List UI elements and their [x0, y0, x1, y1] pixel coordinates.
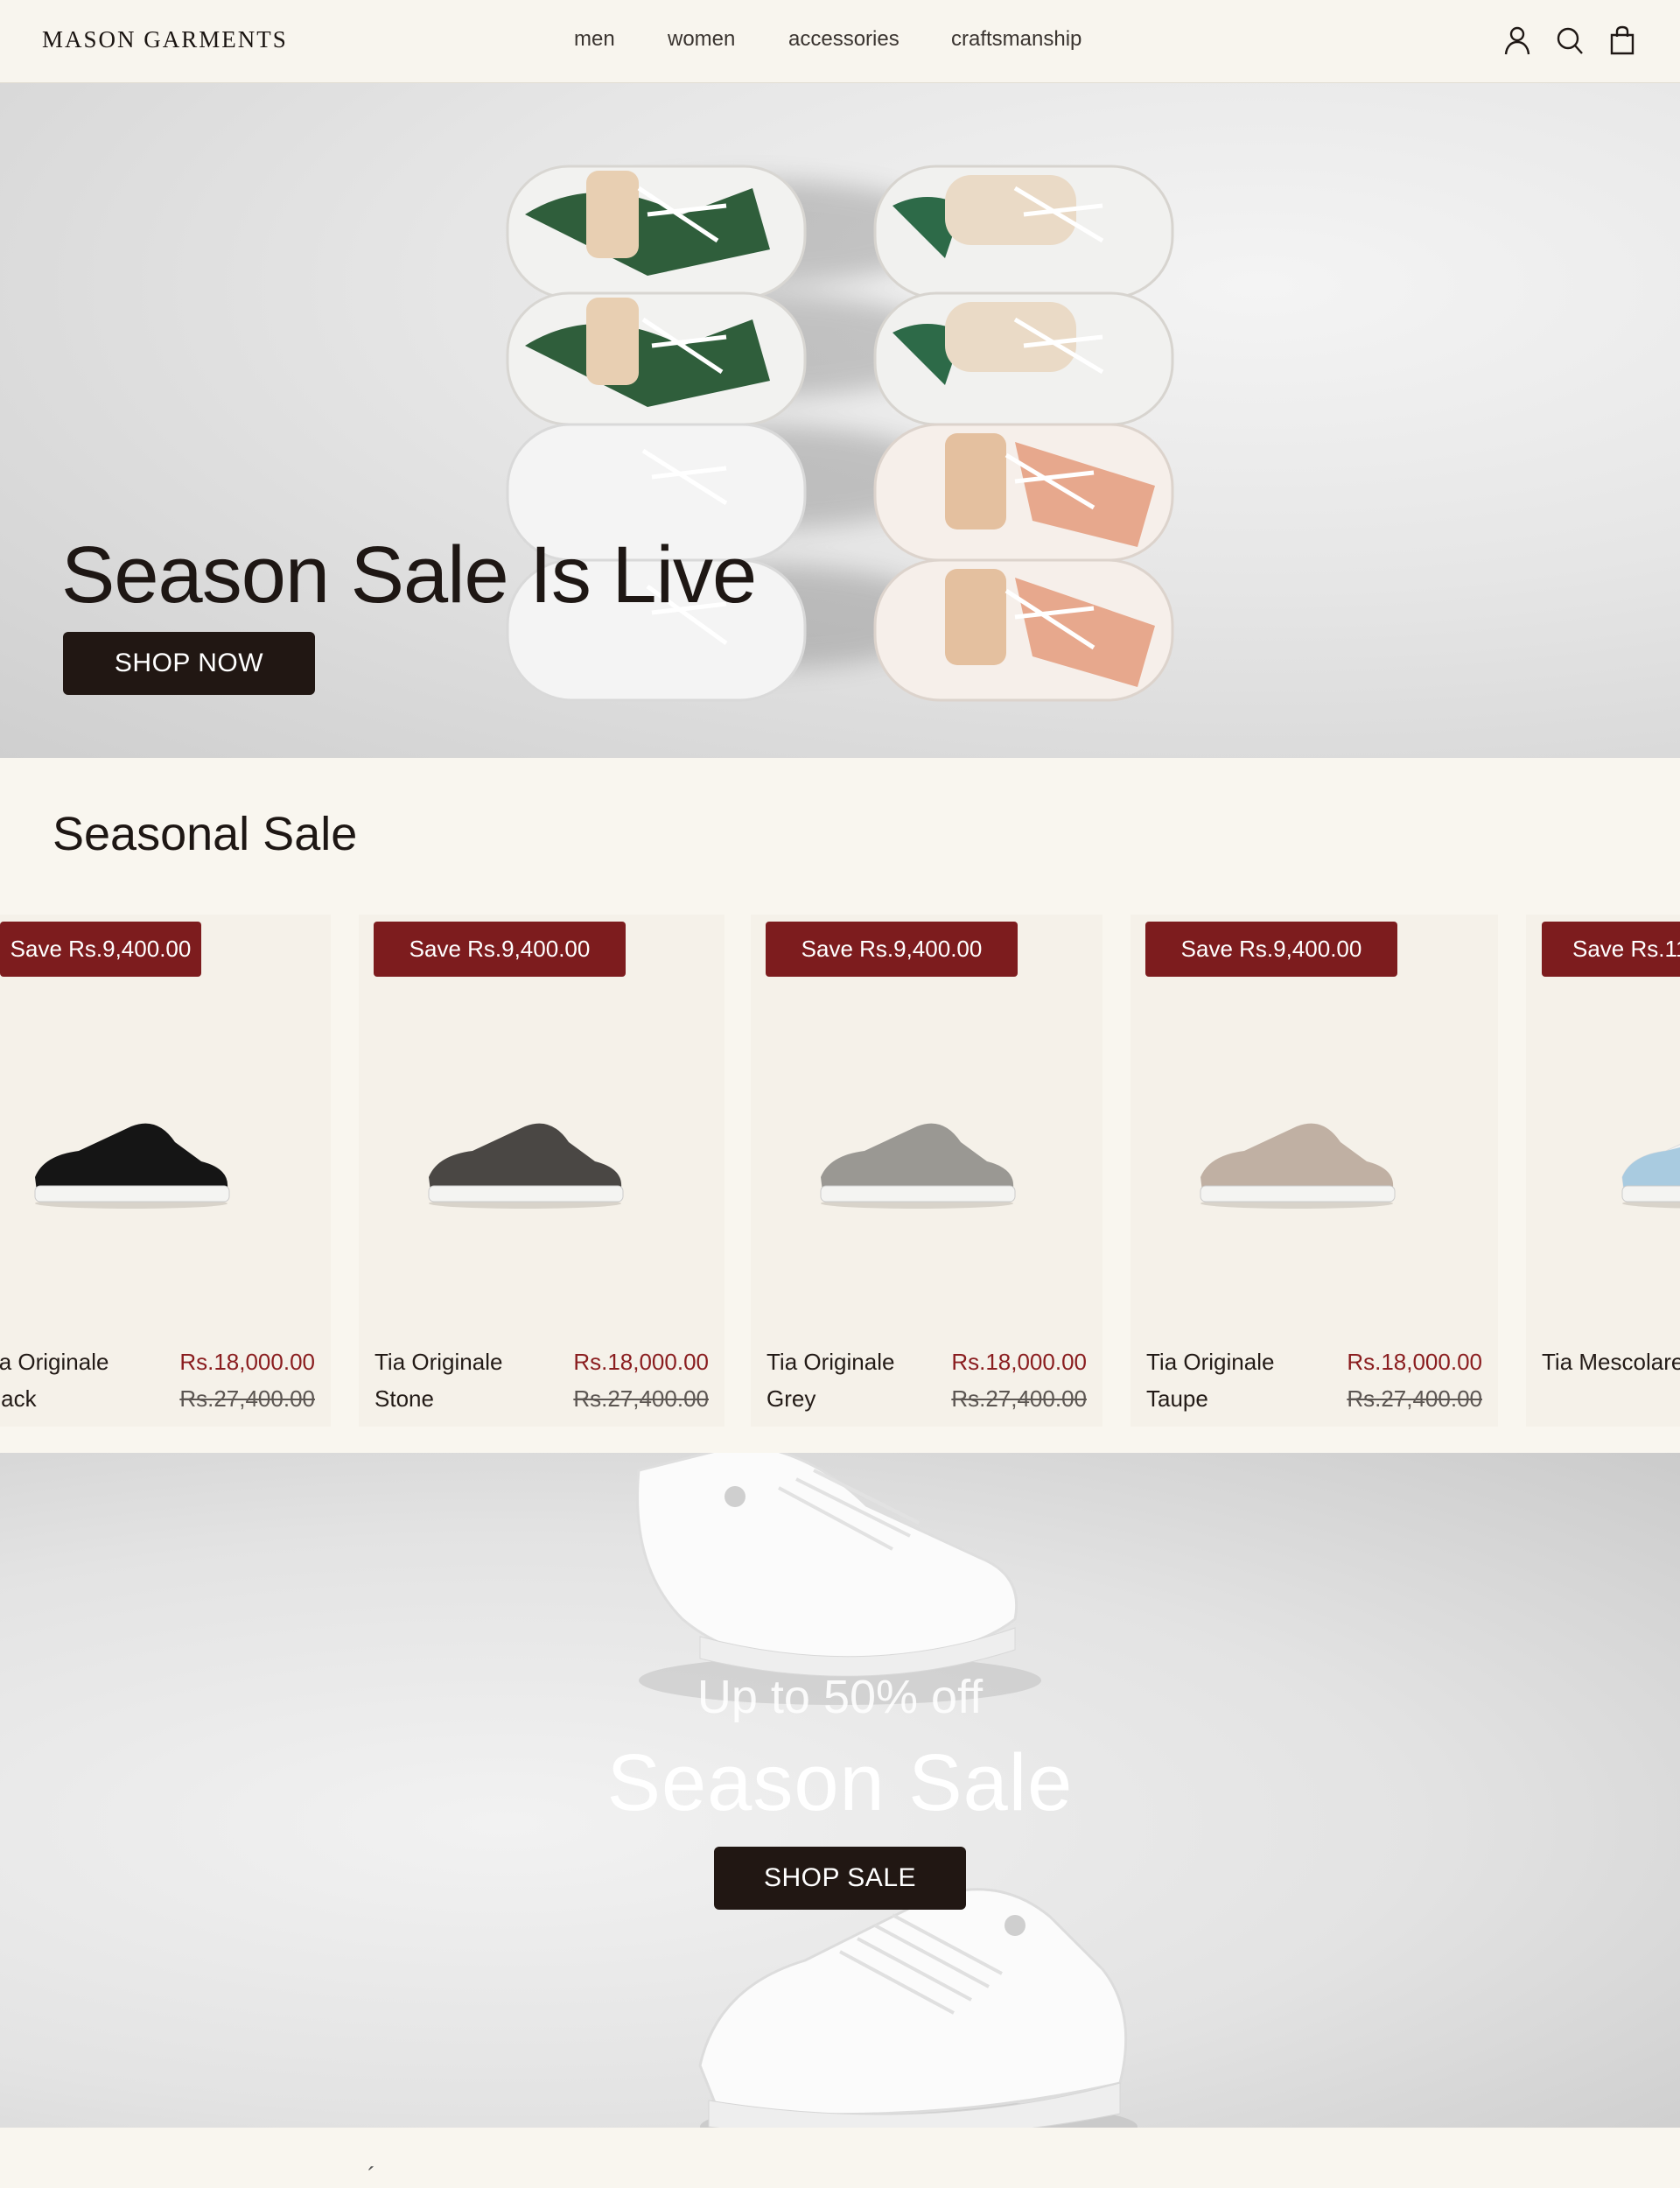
- nav-craftsmanship[interactable]: craftsmanship: [951, 27, 1082, 52]
- product-card[interactable]: Save Rs.9,400.00 Tia Originale Taupe Rs.…: [1130, 915, 1498, 1427]
- hero-banner: Season Sale Is Live SHOP NOW: [0, 83, 1680, 758]
- product-card[interactable]: Save Rs.9,400.00 Tia Originale Black Rs.…: [0, 915, 331, 1427]
- product-price: Rs.18,000.00 Rs.27,400.00: [951, 1343, 1087, 1417]
- product-image: [34, 1123, 230, 1209]
- shop-sale-button[interactable]: SHOP SALE: [714, 1847, 966, 1910]
- next-section: ´: [0, 2128, 1680, 2188]
- product-price: Rs.18,000.00 Rs.27,400.00: [1347, 1343, 1482, 1417]
- original-price: Rs.27,400.00: [1347, 1385, 1482, 1412]
- original-price: Rs.27,400.00: [179, 1385, 315, 1412]
- save-badge: Save Rs.9,400.00: [0, 922, 201, 977]
- product-name: Tia Originale Stone: [374, 1349, 503, 1412]
- nav-accessories[interactable]: accessories: [788, 27, 900, 52]
- hero-title: Season Sale Is Live: [61, 530, 757, 620]
- save-badge: Save Rs.9,400.00: [374, 922, 626, 977]
- accent-glyph: ´: [368, 2163, 376, 2188]
- product-card[interactable]: Save Rs.9,400.00 Tia Originale Stone Rs.…: [359, 915, 724, 1427]
- shop-now-button[interactable]: SHOP NOW: [63, 632, 315, 695]
- site-header: MASON GARMENTS men women accessories cra…: [0, 0, 1680, 83]
- original-price: Rs.27,400.00: [951, 1385, 1087, 1412]
- hero-sneakers-image: [506, 165, 1174, 702]
- banner-title: Season Sale: [606, 1738, 1074, 1827]
- section-title: Seasonal Sale: [52, 808, 358, 860]
- product-image: [1621, 1143, 1680, 1209]
- account-icon[interactable]: [1502, 25, 1532, 56]
- product-name: Tia Originale Grey: [766, 1349, 895, 1412]
- save-badge: Save Rs.11: [1542, 922, 1680, 977]
- save-badge: Save Rs.9,400.00: [766, 922, 1018, 977]
- original-price: Rs.27,400.00: [573, 1385, 709, 1412]
- main-nav: men women accessories craftsmanship: [0, 0, 1680, 83]
- product-card[interactable]: Save Rs.11 Tia Mescolare Blue: [1526, 915, 1680, 1427]
- sale-price: Rs.18,000.00: [951, 1349, 1087, 1375]
- cart-icon[interactable]: [1607, 25, 1637, 56]
- save-badge: Save Rs.9,400.00: [1145, 922, 1397, 977]
- sale-price: Rs.18,000.00: [573, 1349, 709, 1375]
- banner-sneaker-top-image: [636, 1453, 1041, 1705]
- nav-women[interactable]: women: [668, 27, 735, 52]
- sale-price: Rs.18,000.00: [179, 1349, 315, 1375]
- sale-price: Rs.18,000.00: [1347, 1349, 1482, 1375]
- product-carousel: Save Rs.9,400.00 Tia Originale Black Rs.…: [0, 915, 1680, 1427]
- product-image: [428, 1123, 624, 1209]
- product-name: Tia Mescolare Blue: [1542, 1349, 1680, 1375]
- product-name: Tia Originale Taupe: [1146, 1349, 1275, 1412]
- product-name: Tia Originale Black: [0, 1349, 109, 1412]
- product-image: [820, 1123, 1016, 1209]
- product-image: [1200, 1123, 1396, 1209]
- season-sale-banner: Up to 50% off Season Sale SHOP SALE: [0, 1453, 1680, 2128]
- search-icon[interactable]: [1555, 25, 1585, 56]
- product-price: Rs.18,000.00 Rs.27,400.00: [179, 1343, 315, 1417]
- banner-subtitle: Up to 50% off: [696, 1671, 984, 1723]
- nav-men[interactable]: men: [574, 27, 615, 52]
- product-card[interactable]: Save Rs.9,400.00 Tia Originale Grey Rs.1…: [751, 915, 1102, 1427]
- product-price: Rs.18,000.00 Rs.27,400.00: [573, 1343, 709, 1417]
